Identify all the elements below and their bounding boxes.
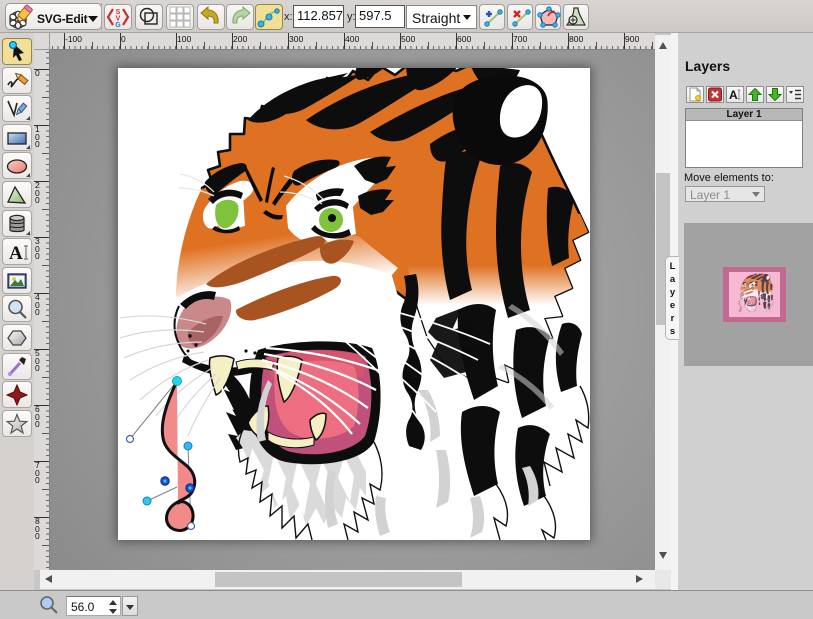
svg-text:A: A	[9, 243, 23, 264]
svg-text:A: A	[729, 88, 738, 102]
svg-text:G: G	[115, 22, 121, 29]
